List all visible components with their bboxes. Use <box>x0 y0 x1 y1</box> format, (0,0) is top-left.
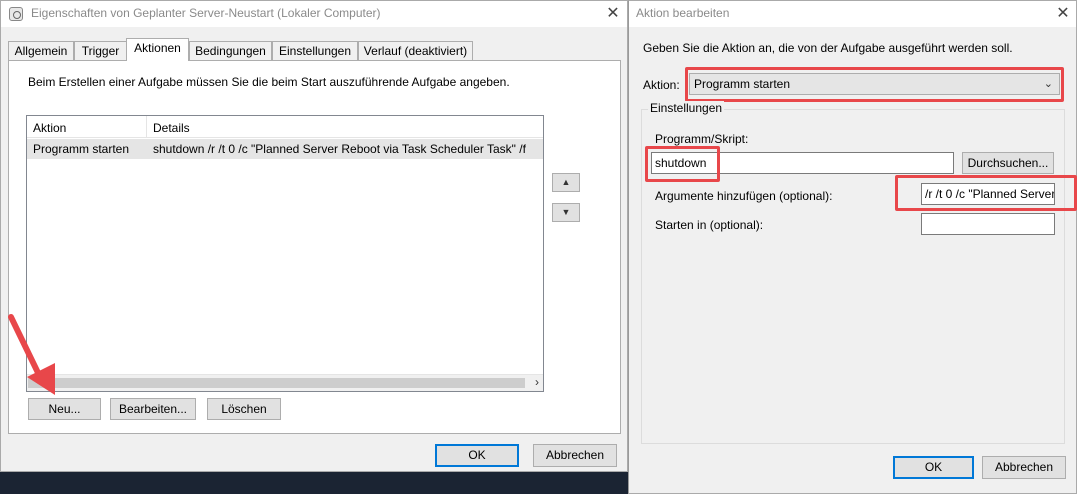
new-button[interactable]: Neu... <box>28 398 101 420</box>
scrollbar-thumb[interactable] <box>28 378 525 388</box>
browse-button[interactable]: Durchsuchen... <box>962 152 1054 174</box>
tab-verlauf[interactable]: Verlauf (deaktiviert) <box>358 41 473 60</box>
arguments-label: Argumente hinzufügen (optional): <box>655 189 833 203</box>
tab-aktionen[interactable]: Aktionen <box>126 38 189 61</box>
horizontal-scrollbar[interactable]: › <box>27 374 543 391</box>
chevron-right-icon[interactable]: › <box>535 375 539 389</box>
arguments-input[interactable]: /r /t 0 /c "Planned Server <box>921 183 1055 205</box>
table-row[interactable]: Programm starten shutdown /r /t 0 /c "Pl… <box>27 139 543 159</box>
task-properties-window: Eigenschaften von Geplanter Server-Neust… <box>0 0 628 472</box>
cancel-button[interactable]: Abbrechen <box>533 444 617 467</box>
tab-trigger[interactable]: Trigger <box>74 41 127 60</box>
row-details-cell: shutdown /r /t 0 /c "Planned Server Rebo… <box>153 142 526 156</box>
move-up-button[interactable]: ▲ <box>552 173 580 192</box>
title-bar: Aktion bearbeiten ✕ <box>629 1 1076 27</box>
actions-description: Beim Erstellen einer Aufgabe müssen Sie … <box>28 75 510 89</box>
cancel-button[interactable]: Abbrechen <box>982 456 1066 479</box>
window-title: Aktion bearbeiten <box>636 6 730 20</box>
tab-bedingungen[interactable]: Bedingungen <box>189 41 272 60</box>
start-in-input[interactable] <box>921 213 1055 235</box>
window-title: Eigenschaften von Geplanter Server-Neust… <box>31 6 381 20</box>
column-header-details[interactable]: Details <box>153 121 190 135</box>
column-separator[interactable] <box>146 116 147 138</box>
edit-action-window: Aktion bearbeiten ✕ Geben Sie die Aktion… <box>628 0 1077 494</box>
settings-group-label: Einstellungen <box>648 101 725 115</box>
action-dropdown-value: Programm starten <box>694 77 791 91</box>
ok-button[interactable]: OK <box>893 456 974 479</box>
row-action-cell: Programm starten <box>33 142 130 156</box>
taskbar-strip <box>0 472 628 494</box>
action-dropdown[interactable]: Programm starten ⌄ <box>689 73 1060 95</box>
title-bar: Eigenschaften von Geplanter Server-Neust… <box>1 1 627 27</box>
tab-allgemein[interactable]: Allgemein <box>8 41 74 60</box>
edit-button[interactable]: Bearbeiten... <box>110 398 196 420</box>
program-label: Programm/Skript: <box>655 132 749 146</box>
tab-einstellungen[interactable]: Einstellungen <box>272 41 358 60</box>
task-scheduler-icon <box>9 7 23 21</box>
actions-list[interactable]: Aktion Details Programm starten shutdown… <box>26 115 544 392</box>
program-input[interactable]: shutdown <box>651 152 954 174</box>
action-label: Aktion: <box>643 78 680 92</box>
move-down-button[interactable]: ▼ <box>552 203 580 222</box>
delete-button[interactable]: Löschen <box>207 398 281 420</box>
column-header-aktion[interactable]: Aktion <box>33 121 66 135</box>
close-icon[interactable]: ✕ <box>603 4 623 24</box>
close-icon[interactable]: ✕ <box>1053 4 1073 24</box>
list-header: Aktion Details <box>27 116 543 138</box>
actions-tab-panel: Beim Erstellen einer Aufgabe müssen Sie … <box>8 60 621 434</box>
chevron-down-icon[interactable]: ⌄ <box>1044 77 1053 90</box>
ok-button[interactable]: OK <box>435 444 519 467</box>
red-arrow-icon <box>8 314 55 395</box>
start-in-label: Starten in (optional): <box>655 218 764 232</box>
instruction-text: Geben Sie die Aktion an, die von der Auf… <box>643 41 1013 55</box>
